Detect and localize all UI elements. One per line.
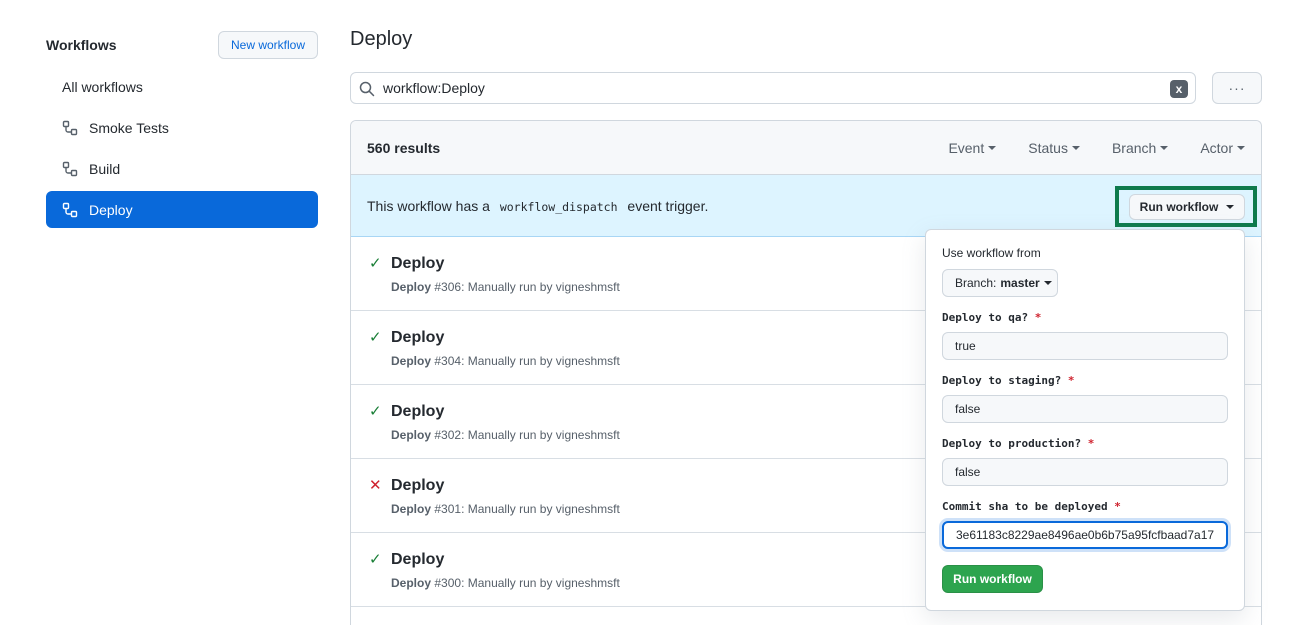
run-workflow-button[interactable]: Run workflow: [1129, 194, 1245, 220]
triangle-down-icon: [988, 145, 997, 150]
filter-label: Event: [948, 139, 985, 156]
run-number: #301: [434, 502, 462, 516]
filter-label: Status: [1028, 139, 1068, 156]
sidebar-item-label: Build: [89, 160, 121, 177]
check-icon: ✓: [369, 329, 382, 346]
filter-label: Actor: [1200, 139, 1233, 156]
runs-header: 560 results Event Status Branch Actor: [351, 121, 1261, 175]
search-input[interactable]: [351, 73, 1195, 103]
required-mark: *: [1034, 311, 1042, 324]
sidebar-header: Workflows New workflow: [46, 30, 318, 59]
search-box: x: [350, 72, 1196, 104]
run-subtitle: Deploy #302: Manually run by vigneshmsft: [391, 428, 620, 442]
dispatch-text-after: event trigger.: [627, 197, 709, 214]
page-title: Deploy: [350, 28, 413, 50]
run-number: #302: [434, 428, 462, 442]
triangle-down-icon: [1226, 205, 1235, 209]
run-workflow-name: Deploy: [391, 576, 432, 590]
search-row: x ···: [350, 72, 1262, 104]
run-subtitle: Deploy #304: Manually run by vigneshmsft: [391, 354, 620, 368]
run-workflow-dropdown: Use workflow from Branch: master Deploy …: [925, 229, 1245, 611]
run-workflow-submit-button[interactable]: Run workflow: [942, 565, 1043, 593]
deploy-qa-input[interactable]: true: [942, 332, 1228, 360]
run-detail: : Manually run by vigneshmsft: [461, 576, 620, 590]
run-workflow-name: Deploy: [391, 428, 432, 442]
workflow-icon: [62, 120, 78, 135]
required-mark: *: [1087, 437, 1095, 450]
workflows-sidebar: Workflows New workflow All workflows Smo…: [46, 30, 318, 228]
required-mark: *: [1067, 374, 1075, 387]
filter-label: Branch: [1111, 139, 1157, 156]
branch-select-button[interactable]: Branch: master: [942, 269, 1058, 297]
commit-sha-label: Commit sha to be deployed *: [942, 500, 1228, 513]
run-number: #304: [434, 354, 462, 368]
sidebar-title: Workflows: [46, 36, 117, 53]
run-detail: : Manually run by vigneshmsft: [461, 354, 620, 368]
deploy-staging-label: Deploy to staging? *: [942, 374, 1228, 387]
run-number: #306: [434, 280, 462, 294]
sidebar-item-all-workflows[interactable]: All workflows: [46, 68, 318, 105]
deploy-qa-label: Deploy to qa? *: [942, 311, 1228, 324]
run-detail: : Manually run by vigneshmsft: [461, 428, 620, 442]
deploy-staging-input[interactable]: false: [942, 395, 1228, 423]
sidebar-item-smoke-tests[interactable]: Smoke Tests: [46, 109, 318, 146]
deploy-production-label: Deploy to production? *: [942, 437, 1228, 450]
run-detail: : Manually run by vigneshmsft: [461, 280, 620, 294]
check-icon: ✓: [369, 551, 382, 568]
run-number: #300: [434, 576, 462, 590]
commit-sha-input[interactable]: 3e61183c8229ae8496ae0b6b75a95fcfbaad7a17: [942, 521, 1228, 549]
run-workflow-highlight: Run workflow: [1115, 186, 1257, 227]
run-subtitle: Deploy #301: Manually run by vigneshmsft: [391, 502, 620, 516]
more-options-button[interactable]: ···: [1212, 72, 1262, 104]
sidebar-item-label: All workflows: [62, 78, 143, 95]
run-title[interactable]: Deploy: [391, 255, 444, 273]
run-title[interactable]: Deploy: [391, 403, 444, 421]
run-title[interactable]: Deploy: [391, 551, 444, 569]
triangle-down-icon: [1071, 145, 1080, 150]
run-workflow-name: Deploy: [391, 280, 432, 294]
triangle-down-icon: [1160, 145, 1169, 150]
run-detail: : Manually run by vigneshmsft: [461, 502, 620, 516]
branch-name: master: [1000, 276, 1040, 290]
filter-branch[interactable]: Branch: [1111, 139, 1169, 156]
dispatch-text: This workflow has a workflow_dispatch ev…: [367, 198, 708, 214]
run-subtitle: Deploy #300: Manually run by vigneshmsft: [391, 576, 620, 590]
deploy-production-input[interactable]: false: [942, 458, 1228, 486]
field-label-text: Deploy to staging?: [942, 374, 1062, 387]
results-count: 560 results: [367, 139, 441, 156]
check-icon: ✓: [369, 255, 382, 272]
field-label-text: Deploy to qa?: [942, 311, 1029, 324]
run-title[interactable]: Deploy: [391, 329, 444, 347]
dispatch-text-before: This workflow has a: [367, 197, 490, 214]
filter-status[interactable]: Status: [1028, 140, 1080, 156]
clear-search-icon[interactable]: x: [1170, 80, 1188, 98]
run-workflow-label: Run workflow: [1139, 200, 1219, 214]
run-workflow-name: Deploy: [391, 354, 432, 368]
branch-prefix: Branch:: [955, 276, 997, 290]
search-icon: [359, 81, 375, 97]
triangle-down-icon: [1237, 145, 1245, 150]
dispatch-banner: This workflow has a workflow_dispatch ev…: [351, 175, 1261, 237]
filter-actor[interactable]: Actor: [1200, 140, 1245, 156]
run-workflow-name: Deploy: [391, 502, 432, 516]
filter-event[interactable]: Event: [948, 139, 997, 156]
field-label-text: Commit sha to be deployed: [942, 500, 1108, 513]
run-title[interactable]: Deploy: [391, 477, 444, 495]
x-icon: ✕: [369, 477, 382, 494]
run-subtitle: Deploy #306: Manually run by vigneshmsft: [391, 280, 620, 294]
new-workflow-button[interactable]: New workflow: [217, 30, 318, 59]
use-workflow-from-label: Use workflow from: [942, 246, 1041, 260]
field-label-text: Deploy to production?: [942, 437, 1082, 450]
workflow-icon: [62, 202, 78, 217]
sidebar-item-build[interactable]: Build: [46, 150, 318, 187]
triangle-down-icon: [1043, 281, 1052, 285]
required-mark: *: [1114, 500, 1121, 513]
dispatch-code: workflow_dispatch: [499, 199, 618, 214]
check-icon: ✓: [369, 403, 382, 420]
sidebar-item-label: Deploy: [89, 201, 133, 218]
sidebar-item-label: Smoke Tests: [89, 119, 169, 136]
workflow-icon: [62, 161, 78, 176]
sidebar-item-deploy[interactable]: Deploy: [46, 191, 318, 228]
